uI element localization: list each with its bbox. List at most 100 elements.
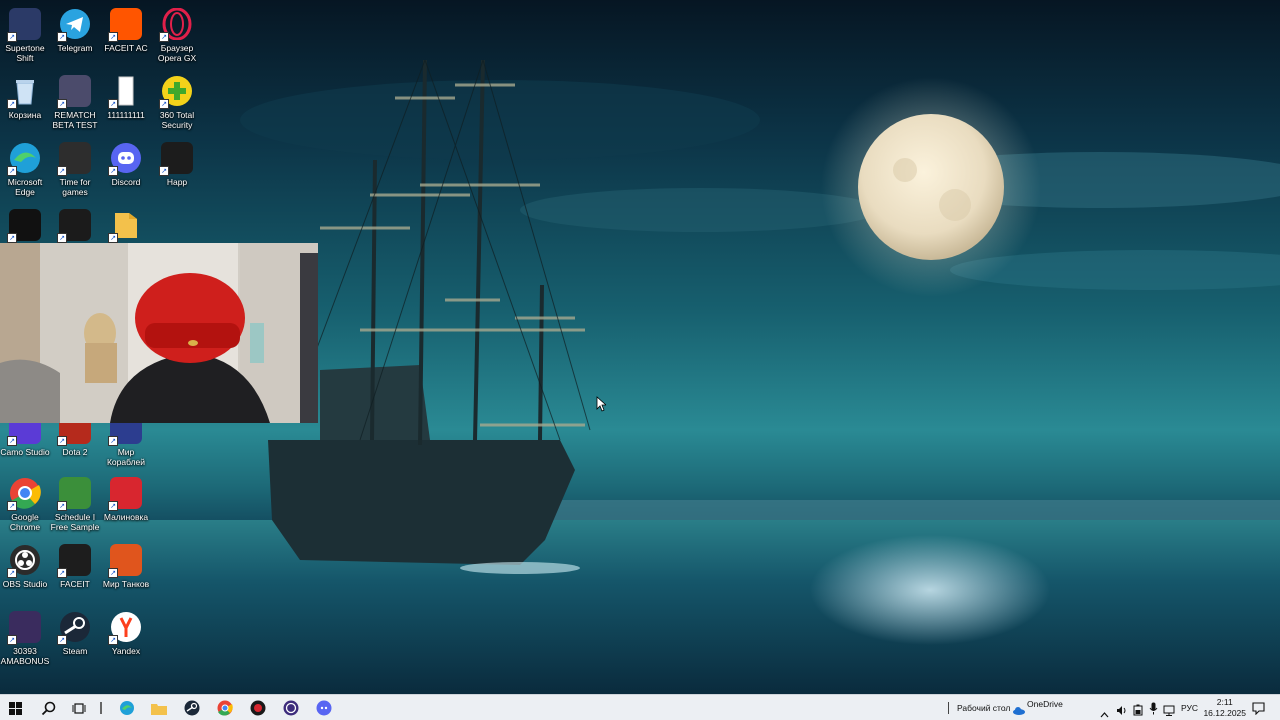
desktop-icon[interactable]: ↗ [50,209,100,244]
shortcut-arrow-icon: ↗ [108,233,118,243]
microphone-icon[interactable] [1149,700,1158,719]
edge-icon: ↗ [7,142,41,176]
faceit-ac-icon: ↗ [108,8,142,42]
obs-icon: ↗ [7,544,41,578]
desktop-icon[interactable]: ↗ Браузер Opera GX [152,8,202,63]
happ-icon: ↗ [159,142,193,176]
taskbar-explorer[interactable] [148,698,170,718]
chrome-icon: ↗ [7,477,41,511]
mouse-cursor [596,396,608,416]
volume-icon[interactable] [1116,701,1127,720]
battery-icon[interactable] [1133,701,1143,720]
webcam-image [0,243,318,423]
obs-icon [283,700,299,716]
shortcut-arrow-icon: ↗ [7,501,17,511]
taskbar-discord[interactable] [313,698,335,718]
desktop-icon-label: 111111111 [107,110,145,120]
shortcut-arrow-icon: ↗ [57,436,67,446]
desktop-icon-label: Yandex [111,646,141,656]
game-cover-icon: ↗ [7,611,41,645]
shortcut-arrow-icon: ↗ [108,568,118,578]
discord-icon [316,700,332,716]
onedrive-icon[interactable] [1013,700,1025,719]
shortcut-arrow-icon: ↗ [57,568,67,578]
chevron-up-icon[interactable] [1100,703,1109,720]
shortcut-arrow-icon: ↗ [7,635,17,645]
desktop-icon[interactable]: ↗ FACEIT [50,544,100,589]
desktop-icon-label: Dota 2 [62,447,88,457]
rematch-icon: ↗ [57,75,91,109]
taskbar-steam[interactable] [181,698,203,718]
notifications-icon[interactable] [1252,700,1265,719]
desktop-icon[interactable]: ↗ Корзина [0,75,50,120]
taskbar-app-red[interactable] [247,698,269,718]
taskbar: Рабочий стол OneDrive РУС 2:11 16.12.202… [0,694,1280,720]
desktop-icon-label: Microsoft Edge [7,177,43,197]
chrome-icon [217,700,233,716]
desktop-icon-label: Schedule I Free Sample [50,512,100,532]
desktop-icon[interactable]: ↗ Telegram [50,8,100,53]
shortcut-arrow-icon: ↗ [7,99,17,109]
logitech-g-icon: ↗ [7,209,41,243]
desktop-icon[interactable]: ↗ Time for games [50,142,100,197]
desktop-icon[interactable]: ↗ Supertone Shift [0,8,50,63]
desktop-icon[interactable]: ↗ Discord [101,142,151,187]
desktop-icon-label: REMATCH BETA TEST [52,110,98,130]
desktop-icon[interactable]: ↗ Yandex [101,611,151,656]
steam-icon: ↗ [57,611,91,645]
desktop-icon[interactable]: ↗ 30393 AMABONUS [0,611,50,666]
language-indicator[interactable]: РУС [1181,703,1198,713]
onedrive-label[interactable]: OneDrive [1027,699,1063,709]
yandex-icon: ↗ [108,611,142,645]
discord-icon: ↗ [108,142,142,176]
taskbar-obs[interactable] [280,698,302,718]
taskbar-chrome[interactable] [214,698,236,718]
desktop-icon[interactable]: ↗ 360 Total Security [152,75,202,130]
shortcut-arrow-icon: ↗ [108,166,118,176]
shortcut-arrow-icon: ↗ [57,233,67,243]
task-view-button[interactable] [68,698,90,718]
edge-icon [120,701,134,715]
shortcut-arrow-icon: ↗ [108,32,118,42]
desktop-icon-label: Discord [111,177,141,187]
desktop-icon[interactable]: ↗ Schedule I Free Sample [50,477,100,532]
shortcut-arrow-icon: ↗ [159,32,169,42]
recycle-bin-icon: ↗ [7,75,41,109]
desktop-icon[interactable]: ↗ [0,209,50,244]
malinovka-icon: ↗ [108,477,142,511]
desktop-icon-label: Happ [166,177,188,187]
network-icon[interactable] [1163,701,1175,720]
desktop-icon[interactable]: ↗ 111111111 [101,75,151,120]
desktop-icon[interactable]: ↗ REMATCH BETA TEST [50,75,100,130]
shortcut-arrow-icon: ↗ [57,501,67,511]
desktop-icon[interactable]: ↗ Малиновка [101,477,151,522]
desktop-icon[interactable]: ↗ FACEIT AC [101,8,151,53]
desktop-icon-label: Малиновка [103,512,149,522]
taskbar-edge[interactable] [116,698,138,718]
shortcut-arrow-icon: ↗ [57,166,67,176]
desktop-icon-label: Браузер Opera GX [157,43,197,63]
desktop-toolbar-label[interactable]: Рабочий стол [957,703,1010,713]
schedule-i-icon: ↗ [57,477,91,511]
desktop-icon-label: 360 Total Security [159,110,195,130]
desktop-icon[interactable]: ↗ Google Chrome [0,477,50,532]
desktop-icon-label: Мир Танков [102,579,150,589]
shortcut-arrow-icon: ↗ [7,32,17,42]
desktop-icon[interactable]: ↗ Happ [152,142,202,187]
bear-app-icon: ↗ [57,209,91,243]
clock-time: 2:11 [1216,697,1233,707]
search-button[interactable] [37,698,59,718]
start-button[interactable] [4,698,26,718]
desktop-icon[interactable]: ↗ [101,209,151,244]
taskbar-clock[interactable]: 2:11 16.12.2025 [1203,697,1246,719]
task-view-icon [72,702,86,714]
desktop-icon-label: Steam [62,646,88,656]
desktop-icon[interactable]: ↗ OBS Studio [0,544,50,589]
shortcut-arrow-icon: ↗ [7,166,17,176]
desktop-icon[interactable]: ↗ Steam [50,611,100,656]
desktop-icon[interactable]: ↗ Мир Танков [101,544,151,589]
360-security-icon: ↗ [159,75,193,109]
webcam-overlay [0,243,318,423]
desktop-icon-label: Camo Studio [0,447,50,457]
desktop-icon[interactable]: ↗ Microsoft Edge [0,142,50,197]
